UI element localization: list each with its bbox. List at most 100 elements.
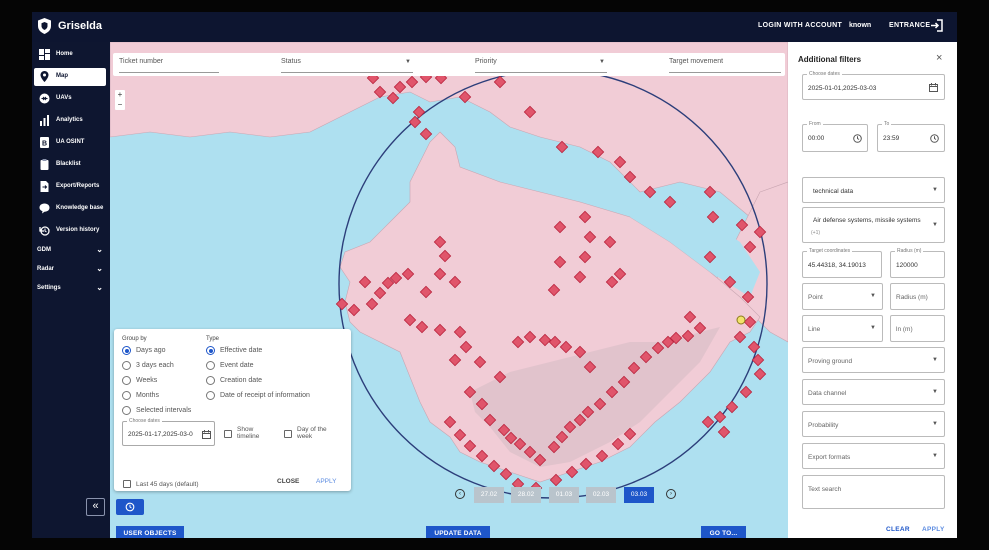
login-arrow-icon[interactable]	[930, 19, 944, 32]
radio-icon	[206, 361, 215, 370]
field-label: Target coordinates	[807, 248, 853, 254]
map-pin-icon	[40, 71, 49, 82]
type-heading: Type	[206, 336, 220, 342]
timeline-date-chip-selected[interactable]: 03.03	[624, 487, 654, 503]
calendar-icon[interactable]	[929, 83, 938, 92]
chevron-down-icon: ▼	[405, 59, 411, 65]
sidebar-item-export-reports[interactable]: Export/Reports	[34, 178, 106, 196]
update-data-button[interactable]: UPDATE DATA	[426, 526, 490, 538]
export-formats-select[interactable]: Export formats ▼	[802, 443, 945, 469]
zoom-controls: + −	[115, 90, 125, 110]
chevron-down-icon: ▼	[932, 187, 938, 193]
probability-select[interactable]: Probability ▼	[802, 411, 945, 437]
clear-button[interactable]: CLEAR	[886, 526, 910, 533]
sidebar-item-analytics[interactable]: Analytics	[34, 112, 106, 130]
sidebar-item-label: Blacklist	[56, 161, 81, 167]
sidebar-item-version-history[interactable]: Version history	[34, 222, 106, 240]
sidebar-section-radar[interactable]: Radar ⌄	[37, 264, 103, 273]
radio-icon	[122, 376, 131, 385]
sidebar-item-ua-osint[interactable]: B UA OSINT	[34, 134, 106, 152]
chevron-down-icon: ▼	[932, 357, 938, 363]
choose-dates-field[interactable]: Choose dates 2025-01-01,2025-03-03	[802, 71, 945, 100]
choose-dates-field[interactable]: Choose dates 2025-01-17,2025-03-0	[122, 418, 215, 446]
show-timeline-label: Show timeline	[237, 426, 260, 440]
sidebar-section-gdm[interactable]: GDM ⌄	[37, 245, 103, 254]
technical-data-select[interactable]: technical data ▼	[802, 177, 945, 203]
target-type-select[interactable]: Air defense systems, missile systems (+1…	[802, 207, 945, 243]
close-button[interactable]: CLOSE	[277, 478, 299, 485]
dates-value: 2025-01-17,2025-03-0	[128, 431, 193, 438]
chevron-down-icon: ▼	[932, 453, 938, 459]
field-placeholder: Probability	[808, 422, 839, 429]
field-placeholder: Export formats	[808, 454, 851, 461]
input-underline	[475, 72, 607, 73]
entrance-button[interactable]: ENTRANCE	[889, 22, 930, 29]
priority-select[interactable]: Priority	[475, 58, 497, 65]
chevron-down-icon: ▼	[932, 222, 938, 228]
radius-field[interactable]: Radius (m) 120000	[890, 248, 945, 278]
timeline-date-chip[interactable]: 02.03	[586, 487, 616, 503]
map-view[interactable]: Ticket number Status ▼ Priority ▼ Target…	[110, 42, 788, 538]
user-objects-button[interactable]: USER OBJECTS	[116, 526, 184, 538]
day-of-week-checkbox[interactable]	[284, 430, 292, 438]
clock-icon[interactable]	[930, 134, 939, 143]
timeline-prev-button[interactable]: ‹	[455, 489, 465, 499]
sidebar-item-uavs[interactable]: UAVs	[34, 90, 106, 108]
data-channel-select[interactable]: Data channel ▼	[802, 379, 945, 405]
target-coordinates-field[interactable]: Target coordinates 45.44318, 34.19013	[802, 248, 882, 278]
close-icon[interactable]: ×	[936, 52, 942, 64]
last-45-days-label: Last 45 days (default)	[136, 481, 199, 488]
clock-icon[interactable]	[853, 134, 862, 143]
radio-label: Selected intervals	[136, 407, 192, 414]
go-to-button[interactable]: GO TO...	[701, 526, 746, 538]
zoom-out-button[interactable]: −	[115, 100, 125, 110]
point-select[interactable]: Point ▼	[802, 283, 883, 310]
point-radius-field[interactable]: Radius (m)	[890, 283, 945, 310]
sidebar-item-home[interactable]: Home	[34, 46, 106, 64]
panel-title: Additional filters	[798, 55, 862, 64]
radio-checked-icon	[122, 346, 131, 355]
login-with-account-link[interactable]: LOGIN WITH ACCOUNT	[758, 22, 842, 29]
field-placeholder: Data channel	[808, 390, 847, 397]
radio-checked-icon	[206, 346, 215, 355]
app-brand: Griselda	[58, 20, 103, 32]
timeline-date-chip[interactable]: 01.03	[549, 487, 579, 503]
timeline-date-chip[interactable]: 28.02	[511, 487, 541, 503]
chevron-down-icon: ▼	[599, 59, 605, 65]
text-search-field[interactable]: Text search	[802, 475, 945, 509]
sidebar-section-settings[interactable]: Settings ⌄	[37, 283, 103, 292]
input-underline	[119, 72, 219, 73]
target-movement-select[interactable]: Target movement	[669, 58, 723, 65]
top-bar: Griselda LOGIN WITH ACCOUNT known ENTRAN…	[32, 12, 957, 42]
collapse-sidebar-button[interactable]: «	[86, 498, 105, 516]
field-value: 23:59	[883, 135, 900, 142]
field-value: 45.44318, 34.19013	[808, 262, 866, 269]
field-value: technical data	[813, 188, 854, 195]
status-select[interactable]: Status	[281, 58, 301, 65]
calendar-icon[interactable]	[202, 430, 211, 439]
radio-label: Date of receipt of information	[220, 392, 310, 399]
sidebar-item-blacklist[interactable]: Blacklist	[34, 156, 106, 174]
chevron-down-icon: ▼	[870, 293, 876, 299]
timeline-next-button[interactable]: ›	[666, 489, 676, 499]
line-select[interactable]: Line ▼	[802, 315, 883, 342]
time-from-field[interactable]: From 00:00	[802, 121, 868, 152]
last-45-days-checkbox[interactable]	[123, 480, 131, 488]
ticket-number-input[interactable]: Ticket number	[119, 58, 163, 65]
field-placeholder: Point	[808, 294, 823, 301]
sidebar-item-map[interactable]: Map	[34, 68, 106, 86]
zoom-in-button[interactable]: +	[115, 90, 125, 100]
apply-button[interactable]: APPLY	[316, 478, 336, 485]
history-toggle-button[interactable]	[116, 499, 144, 515]
chevron-down-icon: ▼	[932, 421, 938, 427]
radio-icon	[122, 406, 131, 415]
history-icon	[39, 226, 50, 236]
sidebar-item-knowledge-base[interactable]: Knowledge base	[34, 200, 106, 218]
line-length-field[interactable]: ln (m)	[890, 315, 945, 342]
apply-button[interactable]: APPLY	[922, 526, 945, 533]
proving-ground-select[interactable]: Proving ground ▼	[802, 347, 945, 373]
show-timeline-checkbox[interactable]	[224, 430, 232, 438]
radio-label: Creation date	[220, 377, 263, 384]
time-to-field[interactable]: To 23:59	[877, 121, 945, 152]
timeline-date-chip[interactable]: 27.02	[474, 487, 504, 503]
